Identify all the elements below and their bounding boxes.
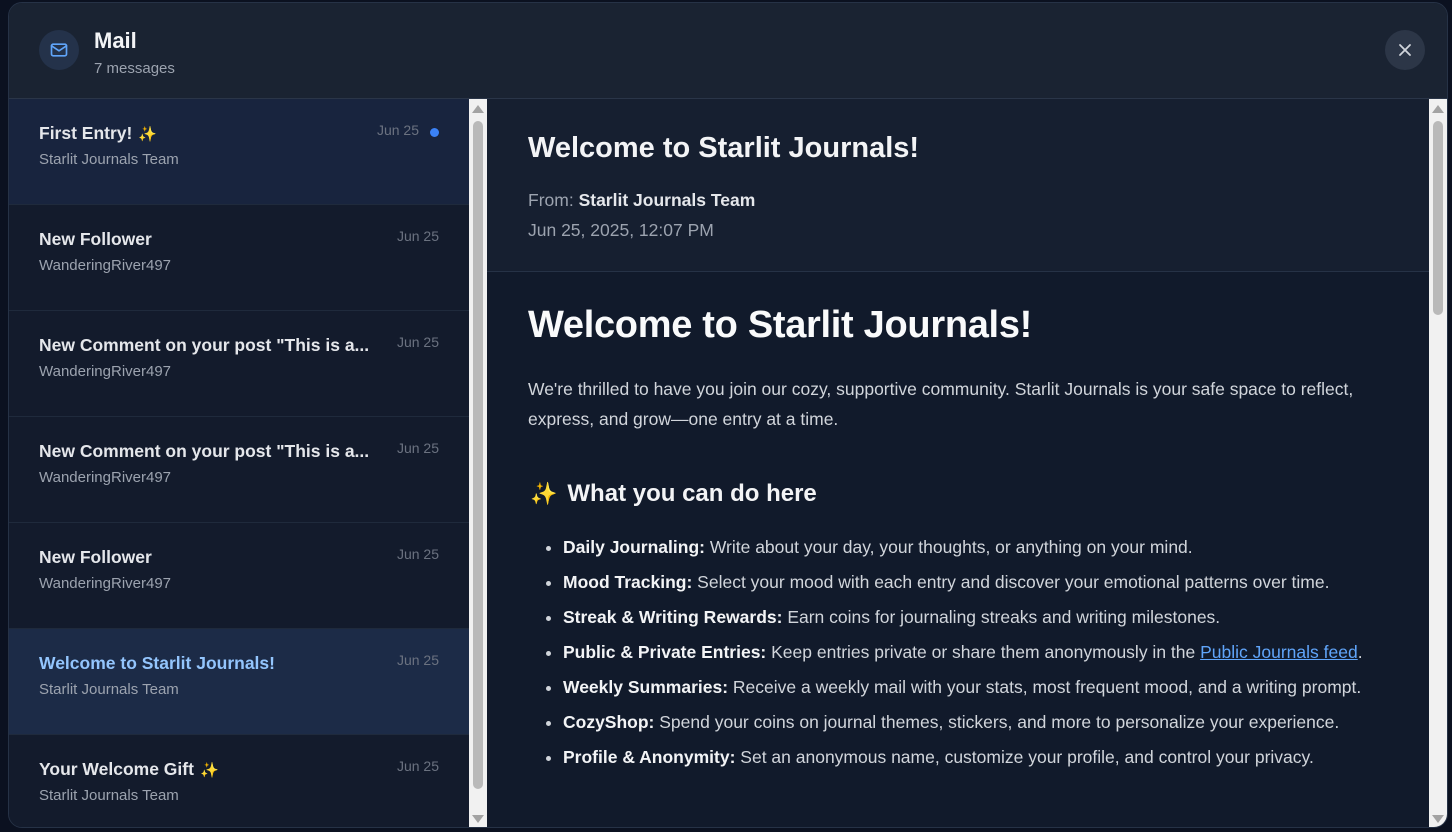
scroll-up-arrow-icon[interactable] (472, 105, 484, 113)
reader-sender: Starlit Journals Team (578, 190, 756, 210)
feature-item: CozyShop: Spend your coins on journal th… (563, 707, 1398, 737)
message-count: 7 messages (94, 60, 175, 77)
message-date: Jun 25 (396, 440, 439, 456)
message-subject: New Follower (39, 547, 152, 567)
message-date: Jun 25 (396, 228, 439, 244)
feature-item: Mood Tracking: Select your mood with eac… (563, 567, 1398, 597)
mail-title: Mail (94, 28, 137, 53)
message-list: First Entry! ✨ Starlit Journals Team Jun … (9, 99, 469, 827)
message-date: Jun 25 (396, 334, 439, 350)
message-body: Welcome to Starlit Journals! We're thril… (528, 304, 1398, 777)
reader-header: Welcome to Starlit Journals! From: Starl… (487, 99, 1429, 272)
reader-subject: Welcome to Starlit Journals! (528, 132, 920, 164)
mail-modal: Mail 7 messages First Entry! ✨ Starlit Jo… (8, 2, 1448, 828)
body-intro: We're thrilled to have you join our cozy… (528, 379, 1354, 429)
body-heading: Welcome to Starlit Journals! (528, 304, 1033, 346)
sparkle-icon: ✨ (199, 762, 219, 779)
mail-header: Mail 7 messages (9, 3, 1447, 99)
sparkle-icon: ✨ (138, 126, 158, 143)
scroll-down-arrow-icon[interactable] (1432, 815, 1444, 823)
message-subject: New Comment on your post "This is a... (39, 335, 370, 355)
reader-from: From: Starlit Journals Team (528, 190, 756, 210)
unread-indicator (430, 128, 439, 137)
message-sender: WanderingRiver497 (39, 469, 172, 486)
message-item-selected[interactable]: Welcome to Starlit Journals! Starlit Jou… (9, 629, 469, 735)
scrollbar-thumb[interactable] (1433, 121, 1443, 315)
feature-item: Daily Journaling: Write about your day, … (563, 532, 1398, 562)
message-sender: Starlit Journals Team (39, 151, 179, 168)
message-item[interactable]: New Comment on your post "This is a... W… (9, 417, 469, 523)
scrollbar-thumb[interactable] (473, 121, 483, 789)
message-date: Jun 25 (376, 122, 419, 138)
message-date: Jun 25 (396, 758, 439, 774)
scroll-down-arrow-icon[interactable] (472, 815, 484, 823)
message-subject: Welcome to Starlit Journals! (39, 653, 275, 673)
message-item[interactable]: Your Welcome Gift ✨ Starlit Journals Team… (9, 735, 469, 827)
reader-date: Jun 25, 2025, 12:07 PM (528, 220, 714, 240)
message-item[interactable]: First Entry! ✨ Starlit Journals Team Jun … (9, 99, 469, 205)
close-icon (1399, 44, 1411, 56)
message-reader: Welcome to Starlit Journals! From: Starl… (487, 99, 1429, 827)
message-item[interactable]: New Follower WanderingRiver497 Jun 25 (9, 523, 469, 629)
message-sender: WanderingRiver497 (39, 575, 172, 592)
feature-item: Streak & Writing Rewards: Earn coins for… (563, 602, 1398, 632)
public-journals-feed-link[interactable]: Public Journals feed (1200, 642, 1358, 662)
message-subject: New Comment on your post "This is a... (39, 441, 370, 461)
message-subject: Your Welcome Gift (39, 759, 194, 779)
message-sender: WanderingRiver497 (39, 257, 172, 274)
reader-scrollbar[interactable] (1429, 99, 1447, 827)
message-list-scrollbar[interactable] (469, 99, 487, 827)
message-sender: Starlit Journals Team (39, 787, 179, 804)
close-button[interactable] (1385, 30, 1425, 70)
message-date: Jun 25 (396, 652, 439, 668)
feature-item: Public & Private Entries: Keep entries p… (563, 637, 1398, 667)
feature-item: Weekly Summaries: Receive a weekly mail … (563, 672, 1398, 702)
message-item[interactable]: New Follower WanderingRiver497 Jun 25 (9, 205, 469, 311)
message-subject: First Entry! (39, 123, 133, 143)
message-item[interactable]: New Comment on your post "This is a... W… (9, 311, 469, 417)
message-subject: New Follower (39, 229, 152, 249)
section-heading: ✨ What you can do here (530, 480, 817, 507)
sparkle-icon: ✨ (530, 481, 558, 506)
message-sender: Starlit Journals Team (39, 681, 179, 698)
feature-list: Daily Journaling: Write about your day, … (528, 532, 1398, 772)
message-sender: WanderingRiver497 (39, 363, 172, 380)
message-date: Jun 25 (396, 546, 439, 562)
mail-icon (39, 30, 79, 70)
feature-item: Profile & Anonymity: Set an anonymous na… (563, 742, 1398, 772)
scroll-up-arrow-icon[interactable] (1432, 105, 1444, 113)
